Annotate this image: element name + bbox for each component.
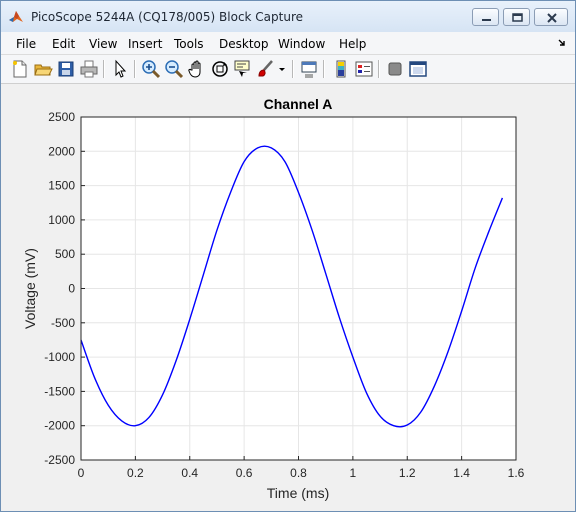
rotate-3d-icon[interactable] [210,59,230,79]
x-tick-label: 0.8 [290,466,307,480]
chart-title: Channel A [264,96,333,112]
toolbar-separator [103,60,104,78]
matlab-logo-icon [9,11,23,22]
figure-canvas: 0 0.2 0.4 0.6 0.8 1 1.2 1.4 1.6 2500 2000 1500 1000… [1,84,575,511]
y-tick-label: 1500 [48,179,75,193]
menu-tools[interactable]: Tools [174,37,204,51]
open-file-icon[interactable] [33,59,53,79]
title-bar: PicoScope 5244A (CQ178/005) Block Captur… [1,1,575,33]
y-axis: 2500 2000 1500 1000 500 0 -500 -1000 -1500 -2000 -… [44,110,85,467]
brush-dropdown-icon[interactable] [277,59,287,79]
brush-icon[interactable] [256,59,276,79]
y-tick-label: -1000 [44,350,75,364]
maximize-button[interactable] [503,8,530,26]
dock-arrow-icon[interactable] [557,38,567,48]
hide-plot-tools-icon[interactable] [385,59,405,79]
x-tick-label: 1.6 [508,466,525,480]
menu-desktop[interactable]: Desktop [219,37,269,51]
menu-edit[interactable]: Edit [52,37,75,51]
edit-plot-arrow-icon[interactable] [110,59,130,79]
x-tick-label: 0.2 [127,466,144,480]
y-tick-label: 2000 [48,144,75,158]
close-button[interactable] [534,8,568,26]
x-tick-label: 1.4 [453,466,470,480]
zoom-in-icon[interactable] [141,59,161,79]
minimize-button[interactable] [472,8,499,26]
x-tick-label: 1.2 [399,466,416,480]
menu-insert[interactable]: Insert [128,37,162,51]
toolbar [1,55,575,84]
menu-view[interactable]: View [89,37,117,51]
chart: 0 0.2 0.4 0.6 0.8 1 1.2 1.4 1.6 2500 2000 1500 1000… [22,96,525,501]
y-tick-label: -500 [51,316,75,330]
y-tick-label: 1000 [48,213,75,227]
print-icon[interactable] [79,59,99,79]
insert-legend-icon[interactable] [354,59,374,79]
data-cursor-icon[interactable] [233,59,253,79]
pan-hand-icon[interactable] [187,59,207,79]
y-tick-label: 2500 [48,110,75,124]
y-tick-label: -1500 [44,384,75,398]
x-axis-label: Time (ms) [267,485,329,501]
figure-window: PicoScope 5244A (CQ178/005) Block Captur… [0,0,576,512]
window-title: PicoScope 5244A (CQ178/005) Block Captur… [31,10,304,24]
insert-colorbar-icon[interactable] [331,59,351,79]
save-icon[interactable] [56,59,76,79]
toolbar-separator [323,60,324,78]
link-plot-icon[interactable] [299,59,319,79]
y-tick-label: -2000 [44,419,75,433]
show-plot-tools-icon[interactable] [408,59,428,79]
toolbar-separator [378,60,379,78]
minimize-icon [482,19,491,21]
x-tick-label: 0.6 [236,466,253,480]
x-tick-label: 0.4 [181,466,198,480]
menu-file[interactable]: File [16,37,36,51]
x-tick-label: 0 [78,466,85,480]
y-tick-label: 500 [55,247,75,261]
y-axis-label: Voltage (mV) [22,248,38,329]
zoom-out-icon[interactable] [164,59,184,79]
menu-window[interactable]: Window [278,37,325,51]
x-tick-label: 1 [350,466,357,480]
y-tick-label: -2500 [44,453,75,467]
menu-help[interactable]: Help [339,37,366,51]
toolbar-separator [292,60,293,78]
close-icon [547,13,557,23]
toolbar-separator [134,60,135,78]
maximize-icon [512,13,523,22]
new-figure-icon[interactable] [10,59,30,79]
y-tick-label: 0 [68,282,75,296]
menu-bar: File Edit View Insert Tools Desktop Wind… [1,32,575,55]
